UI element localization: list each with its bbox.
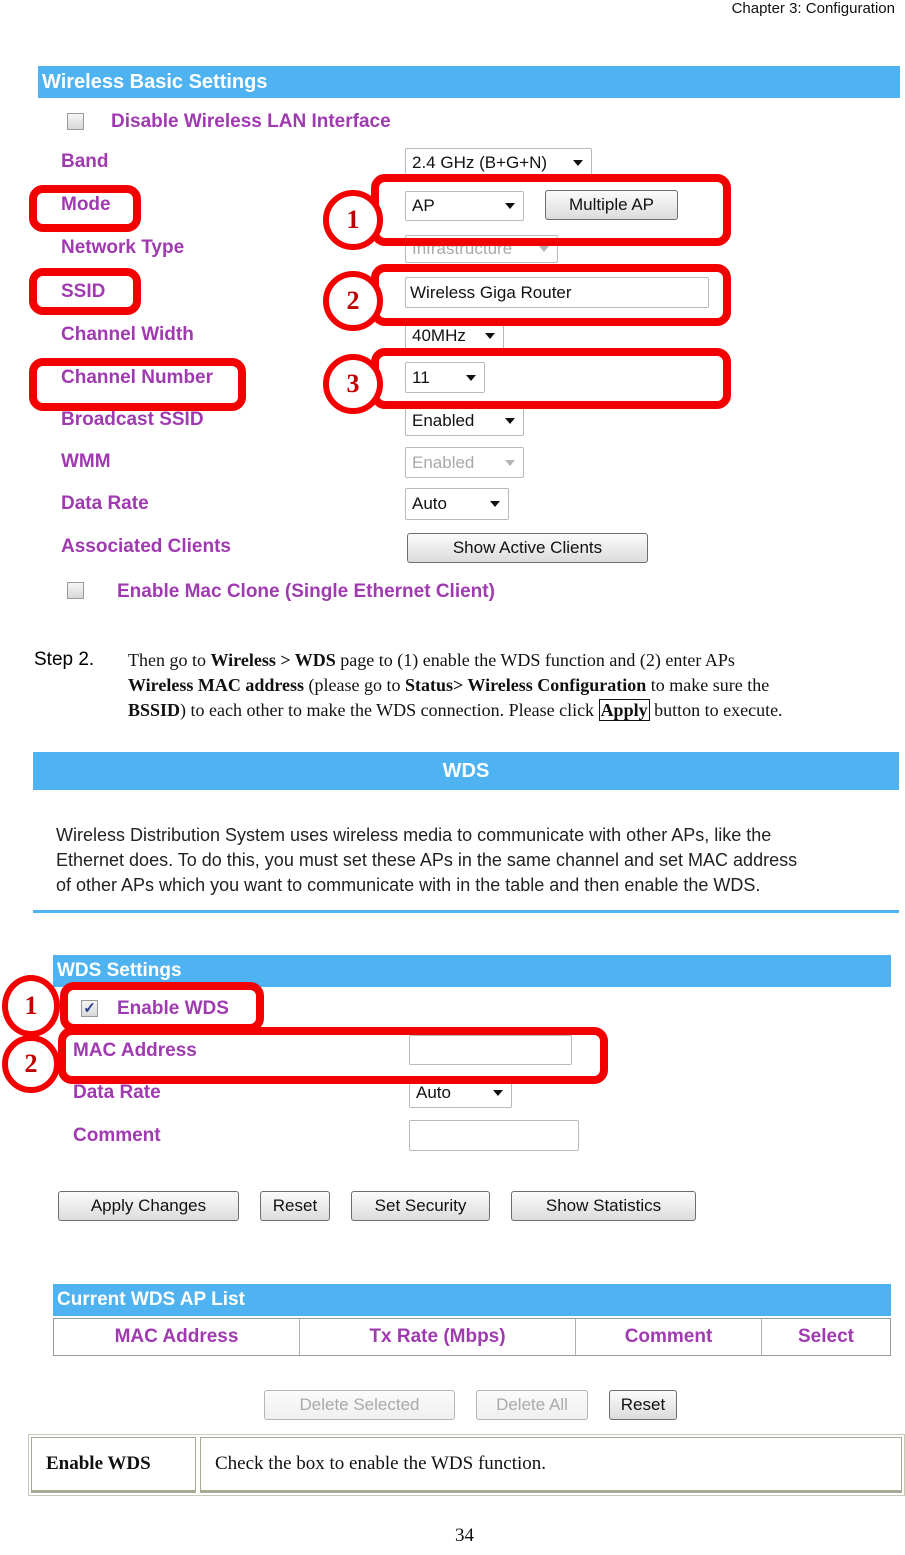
band-value: 2.4 GHz (B+G+N) xyxy=(412,153,548,172)
column-mac-address: MAC Address xyxy=(54,1319,300,1355)
wmm-label: WMM xyxy=(61,451,111,472)
channel-width-select[interactable]: 40MHz xyxy=(405,322,504,350)
text-run: button to execute. xyxy=(649,700,783,720)
step-line-1: Then go to Wireless > WDS page to (1) en… xyxy=(128,648,898,673)
page-number: 34 xyxy=(455,1525,474,1546)
disable-wlan-checkbox[interactable] xyxy=(67,113,84,130)
annotation-mode-field xyxy=(371,174,731,246)
set-security-button[interactable]: Set Security xyxy=(351,1191,490,1221)
data-rate-select[interactable]: Auto xyxy=(405,488,509,520)
disable-wlan-label: Disable Wireless LAN Interface xyxy=(111,111,391,132)
chapter-header: Chapter 3: Configuration xyxy=(731,0,895,17)
show-active-clients-button[interactable]: Show Active Clients xyxy=(407,533,648,563)
band-label: Band xyxy=(61,151,109,172)
wmm-value: Enabled xyxy=(412,452,475,472)
column-select: Select xyxy=(798,1326,854,1347)
step-line-2: Wireless MAC address (please go to Statu… xyxy=(128,673,898,698)
delete-selected-button[interactable]: Delete Selected xyxy=(264,1390,455,1420)
text-run: ) to each other to make the WDS connecti… xyxy=(180,700,599,720)
chevron-down-icon xyxy=(573,160,583,166)
chevron-down-icon xyxy=(490,501,500,507)
ap-list-table: MAC Address Tx Rate (Mbps) Comment Selec… xyxy=(53,1318,891,1356)
column-tx-rate: Tx Rate (Mbps) xyxy=(300,1319,576,1355)
channel-width-value: 40MHz xyxy=(412,326,466,345)
chevron-down-icon xyxy=(505,459,515,466)
step-line-3: BSSID) to each other to make the WDS con… xyxy=(128,698,898,723)
section-title: Current WDS AP List xyxy=(57,1289,245,1310)
annotation-channel-number-label xyxy=(29,358,246,411)
list-reset-button[interactable]: Reset xyxy=(609,1390,677,1420)
comment-label: Comment xyxy=(73,1125,161,1146)
apply-reference: Apply xyxy=(598,699,650,721)
associated-clients-label: Associated Clients xyxy=(61,536,231,557)
description-line: of other APs which you want to communica… xyxy=(56,875,761,895)
text-run: (please go to xyxy=(304,675,405,695)
wds-data-rate-value: Auto xyxy=(416,1083,451,1102)
wds-header: WDS xyxy=(33,752,899,790)
annotation-enable-wds xyxy=(60,982,264,1032)
description-line: Ethernet does. To do this, you must set … xyxy=(56,850,798,870)
wds-description: Wireless Distribution System uses wirele… xyxy=(56,823,896,898)
reset-button[interactable]: Reset xyxy=(260,1191,330,1221)
definition-term: Enable WDS xyxy=(31,1437,196,1493)
chevron-down-icon xyxy=(505,417,515,424)
text-run: to make sure the xyxy=(646,675,770,695)
ap-list-header: Current WDS AP List xyxy=(53,1284,891,1316)
annotation-mode-label xyxy=(29,185,141,232)
wds-data-rate-label: Data Rate xyxy=(73,1082,161,1103)
annotation-channel-field xyxy=(371,348,731,409)
callout-2: 2 xyxy=(2,1035,60,1093)
callout-2: 2 xyxy=(323,271,383,331)
broadcast-ssid-value: Enabled xyxy=(412,410,475,430)
text-run-bold: Wireless MAC address xyxy=(128,675,305,695)
callout-1: 1 xyxy=(323,190,383,250)
show-statistics-button[interactable]: Show Statistics xyxy=(511,1191,696,1221)
divider xyxy=(33,910,899,913)
broadcast-ssid-select[interactable]: Enabled xyxy=(405,405,524,436)
data-rate-label: Data Rate xyxy=(61,493,149,514)
step-2-text: Then go to Wireless > WDS page to (1) en… xyxy=(128,648,898,723)
apply-changes-button[interactable]: Apply Changes xyxy=(58,1191,239,1221)
chevron-down-icon xyxy=(539,246,549,252)
step-label: Step 2. xyxy=(34,649,95,670)
definition-table: Enable WDS Check the box to enable the W… xyxy=(28,1434,905,1496)
mac-clone-label: Enable Mac Clone (Single Ethernet Client… xyxy=(117,581,495,602)
text-run-bold: BSSID xyxy=(128,700,181,720)
channel-width-label: Channel Width xyxy=(61,324,194,345)
annotation-mac-address xyxy=(58,1027,608,1084)
text-run: Then go to xyxy=(128,650,211,670)
annotation-ssid-label xyxy=(29,268,141,315)
mac-clone-checkbox[interactable] xyxy=(67,582,84,599)
callout-3: 3 xyxy=(323,354,383,414)
comment-input[interactable] xyxy=(409,1120,579,1151)
wmm-select: Enabled xyxy=(405,447,524,478)
annotation-ssid-field xyxy=(371,264,731,326)
section-title: Wireless Basic Settings xyxy=(42,71,268,93)
text-run-bold: Wireless > WDS xyxy=(210,650,336,670)
network-type-label: Network Type xyxy=(61,237,185,258)
broadcast-ssid-label: Broadcast SSID xyxy=(61,409,204,430)
definition-text: Check the box to enable the WDS function… xyxy=(200,1437,902,1493)
data-rate-value: Auto xyxy=(412,494,447,513)
text-run-bold: Status> Wireless Configuration xyxy=(404,675,647,695)
delete-all-button[interactable]: Delete All xyxy=(476,1390,588,1420)
description-line: Wireless Distribution System uses wirele… xyxy=(56,825,772,845)
text-run: page to (1) enable the WDS function and … xyxy=(335,650,735,670)
column-comment: Comment xyxy=(576,1319,762,1355)
wireless-basic-settings-header: Wireless Basic Settings xyxy=(38,66,900,98)
chevron-down-icon xyxy=(493,1090,503,1096)
chevron-down-icon xyxy=(485,333,495,339)
callout-1: 1 xyxy=(2,975,60,1037)
